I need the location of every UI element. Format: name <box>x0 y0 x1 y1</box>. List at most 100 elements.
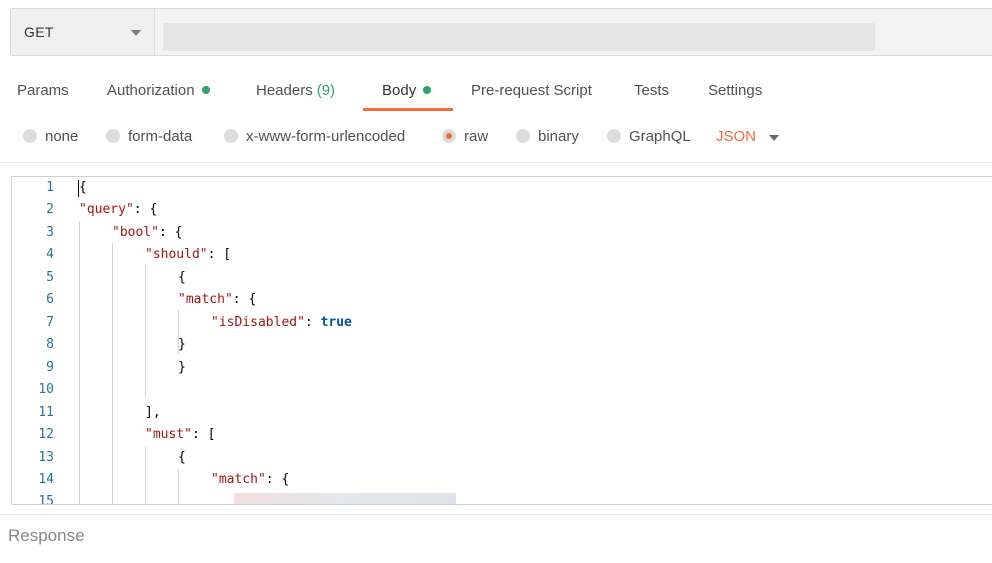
status-dot-icon <box>201 86 210 94</box>
token: ], <box>145 405 161 420</box>
code-text: "should": [ <box>145 244 231 266</box>
token: : { <box>265 472 290 487</box>
line-number: 4 <box>46 247 54 262</box>
code-line: 6 "match": { <box>12 289 992 311</box>
radio-icon <box>106 129 120 143</box>
code-line: 2 "query": { <box>12 199 992 221</box>
token: { <box>79 180 87 195</box>
code-line: 8 } <box>12 334 992 356</box>
json-key: "match" <box>211 472 266 487</box>
line-number: 9 <box>46 360 54 375</box>
code-text: { <box>79 177 87 199</box>
code-line: 14 "match": { <box>12 469 992 491</box>
code-text: "isDisabled": true <box>211 312 352 334</box>
tab-label: Authorization <box>107 82 195 99</box>
body-type-options: none form-data x-www-form-urlencoded raw… <box>0 124 992 152</box>
code-text: } <box>178 334 186 356</box>
body-type-graphql[interactable]: GraphQL <box>607 128 691 145</box>
line-number: 12 <box>38 427 54 442</box>
tab-body[interactable]: Body <box>382 82 432 99</box>
request-tabs: Params Authorization Headers (9) Body Pre… <box>0 70 992 112</box>
active-tab-indicator <box>363 108 453 111</box>
response-panel-title[interactable]: Response <box>8 526 85 546</box>
token: : [ <box>191 427 216 442</box>
json-key: "must" <box>145 427 192 442</box>
option-label: raw <box>464 128 489 145</box>
redacted-content <box>234 493 456 504</box>
code-line: 15 <box>12 491 992 505</box>
token: : <box>304 315 321 330</box>
code-line: 12 "must": [ <box>12 424 992 446</box>
format-select[interactable]: JSON <box>716 128 756 145</box>
status-dot-icon <box>423 86 432 94</box>
tab-authorization[interactable]: Authorization <box>107 82 210 99</box>
json-bool: true <box>320 315 352 330</box>
token: : { <box>158 225 183 240</box>
tab-label: Settings <box>708 82 763 99</box>
code-text: } <box>178 357 186 379</box>
body-type-raw[interactable]: raw <box>442 128 488 145</box>
method-label: GET <box>24 24 54 40</box>
token: : [ <box>207 247 232 262</box>
radio-icon <box>224 129 238 143</box>
json-key: "match" <box>178 292 233 307</box>
code-line: 11 ], <box>12 402 992 424</box>
tab-headers[interactable]: Headers (9) <box>256 82 335 99</box>
code-line: 3 "bool": { <box>12 222 992 244</box>
tab-params[interactable]: Params <box>17 82 69 99</box>
body-type-form-data[interactable]: form-data <box>106 128 192 145</box>
code-line: 10 <box>12 379 992 401</box>
tab-settings[interactable]: Settings <box>708 82 762 99</box>
line-number: 11 <box>38 405 54 420</box>
method-select[interactable]: GET <box>11 9 155 55</box>
code-text: "match": { <box>211 469 289 491</box>
chevron-down-icon <box>131 30 141 36</box>
code-line: 13 { <box>12 447 992 469</box>
body-type-urlencoded[interactable]: x-www-form-urlencoded <box>224 128 405 145</box>
line-number: 1 <box>46 180 54 195</box>
tab-pre-request-script[interactable]: Pre-request Script <box>471 82 592 99</box>
code-text: "bool": { <box>112 222 182 244</box>
code-text: "must": [ <box>145 424 215 446</box>
token: } <box>178 337 186 352</box>
token: } <box>178 360 186 375</box>
option-label: GraphQL <box>629 128 691 145</box>
option-label: none <box>45 128 79 145</box>
request-bar: GET <box>10 8 992 56</box>
code-text: "match": { <box>178 289 256 311</box>
json-key: "isDisabled" <box>211 315 305 330</box>
token: : { <box>232 292 257 307</box>
line-number: 13 <box>38 450 54 465</box>
code-line: 5 { <box>12 267 992 289</box>
token: { <box>178 270 186 285</box>
headers-count: (9) <box>316 82 336 99</box>
body-type-binary[interactable]: binary <box>516 128 579 145</box>
tab-tests[interactable]: Tests <box>634 82 669 99</box>
chevron-down-icon[interactable] <box>769 135 779 141</box>
text-cursor <box>78 180 79 197</box>
tab-label: Headers <box>256 82 313 99</box>
line-number: 7 <box>46 315 54 330</box>
tab-label: Params <box>17 82 69 99</box>
code-editor[interactable]: 1 { 2 "query": { 3 "bool": { 4 "should":… <box>11 176 992 505</box>
token: { <box>178 450 186 465</box>
line-number: 3 <box>46 225 54 240</box>
json-key: "query" <box>79 202 134 217</box>
json-key: "should" <box>145 247 208 262</box>
tab-label: Tests <box>634 82 670 99</box>
url-input[interactable] <box>163 23 875 51</box>
body-type-none[interactable]: none <box>23 128 78 145</box>
line-number: 5 <box>46 270 54 285</box>
code-line: 9 } <box>12 357 992 379</box>
tab-label: Pre-request Script <box>471 82 592 99</box>
divider <box>0 162 992 163</box>
radio-icon <box>607 129 621 143</box>
code-line: 1 { <box>12 177 992 199</box>
line-number: 15 <box>38 494 54 505</box>
radio-icon <box>23 129 37 143</box>
tab-label: Body <box>382 82 417 99</box>
line-number: 10 <box>38 382 54 397</box>
line-number: 2 <box>46 202 54 217</box>
option-label: binary <box>538 128 579 145</box>
code-text: { <box>178 267 186 289</box>
